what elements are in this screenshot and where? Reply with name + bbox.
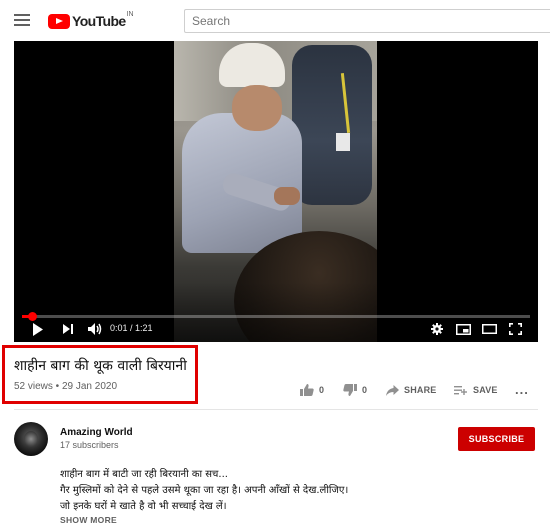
subscriber-count: 17 subscribers: [60, 440, 119, 450]
miniplayer-icon[interactable]: [454, 321, 472, 337]
save-button[interactable]: SAVE: [454, 380, 498, 400]
dislike-button[interactable]: 0: [343, 380, 367, 400]
show-more-button[interactable]: SHOW MORE: [60, 515, 117, 525]
progress-bar[interactable]: [22, 312, 530, 321]
search-input[interactable]: [184, 9, 550, 33]
more-actions-button[interactable]: ...: [515, 379, 529, 399]
like-button[interactable]: 0: [300, 380, 324, 400]
share-button[interactable]: SHARE: [386, 380, 437, 400]
video-player[interactable]: 0:01 / 1:21: [14, 41, 538, 342]
video-meta: 52 views • 29 Jan 2020: [14, 381, 117, 392]
description-line: जो इनके घरों मे खाते है वो भी सच्चाई देख…: [60, 501, 227, 512]
logo-country-code: IN: [126, 11, 134, 18]
channel-name[interactable]: Amazing World: [60, 427, 133, 438]
divider: [14, 409, 538, 410]
volume-icon[interactable]: [86, 321, 104, 337]
logo-text: YouTube: [72, 13, 126, 29]
thumbs-down-icon: [343, 384, 357, 396]
share-icon: [386, 384, 399, 396]
description-line: शाहीन बाग में बाटी जा रही बिरयानी का सच.…: [60, 469, 228, 480]
share-label: SHARE: [404, 385, 437, 395]
dislike-count: 0: [362, 385, 368, 395]
description-line: गैर मुस्लिमों को देने से पहले उसमे थूका …: [60, 485, 349, 496]
more-label: ...: [515, 381, 529, 397]
like-count: 0: [319, 385, 325, 395]
play-icon[interactable]: [30, 321, 46, 337]
playlist-add-icon: [454, 385, 467, 395]
upload-date: 29 Jan 2020: [61, 381, 118, 392]
fullscreen-icon[interactable]: [506, 321, 524, 337]
subscribe-button[interactable]: SUBSCRIBE: [458, 427, 535, 451]
youtube-play-icon: [48, 13, 70, 29]
settings-gear-icon[interactable]: [430, 321, 444, 337]
channel-avatar[interactable]: [14, 422, 48, 456]
time-display: 0:01 / 1:21: [110, 323, 153, 333]
meta-separator: •: [52, 381, 62, 392]
save-label: SAVE: [473, 385, 498, 395]
top-bar: YouTube IN: [0, 0, 550, 42]
view-count: 52 views: [14, 381, 53, 392]
next-icon[interactable]: [60, 321, 76, 337]
youtube-logo[interactable]: YouTube IN: [48, 11, 134, 30]
theater-mode-icon[interactable]: [480, 321, 498, 337]
thumbs-up-icon: [300, 384, 314, 396]
menu-icon[interactable]: [14, 14, 30, 26]
video-title: शाहीन बाग की थूक वाली बिरयानी: [14, 358, 187, 374]
